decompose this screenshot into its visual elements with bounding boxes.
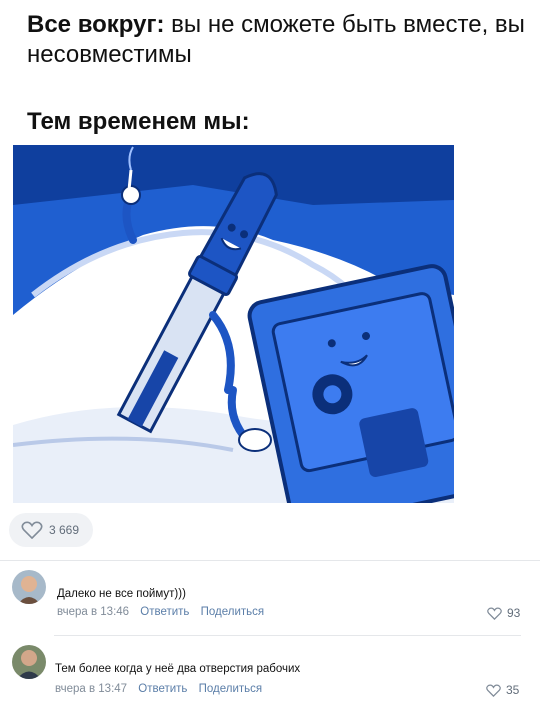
post-image[interactable] bbox=[13, 145, 454, 503]
comment-like-count: 93 bbox=[507, 606, 521, 620]
comment-like-button[interactable]: 93 bbox=[487, 606, 520, 620]
post-headline: Все вокруг: вы не сможете быть вместе, в… bbox=[27, 10, 527, 70]
share-link[interactable]: Поделиться bbox=[201, 606, 265, 618]
post-like-button[interactable]: 3 669 bbox=[9, 513, 93, 547]
post-like-count: 3 669 bbox=[49, 523, 80, 537]
reply-link[interactable]: Ответить bbox=[140, 606, 189, 618]
comment-text: Тем более когда у неё два отверстия рабо… bbox=[55, 663, 301, 675]
avatar[interactable] bbox=[12, 570, 46, 604]
share-link[interactable]: Поделиться bbox=[199, 683, 263, 695]
comment-time: вчера в 13:47 bbox=[55, 683, 128, 695]
comment-like-button[interactable]: 35 bbox=[486, 683, 519, 697]
divider bbox=[54, 635, 521, 636]
heart-icon bbox=[486, 684, 501, 697]
comment-time: вчера в 13:46 bbox=[57, 606, 130, 618]
headline-bold: Все вокруг: bbox=[27, 11, 165, 38]
comment-like-count: 35 bbox=[506, 683, 520, 697]
reply-link[interactable]: Ответить bbox=[138, 683, 187, 695]
comment-text: Далеко не все поймут))) bbox=[57, 588, 186, 600]
post-subhead: Тем временем мы: bbox=[27, 108, 250, 135]
heart-icon bbox=[21, 521, 43, 539]
heart-icon bbox=[487, 607, 502, 620]
divider bbox=[0, 560, 540, 561]
avatar[interactable] bbox=[12, 645, 46, 679]
comment-meta: вчера в 13:47 Ответить Поделиться bbox=[55, 683, 262, 695]
comment-meta: вчера в 13:46 Ответить Поделиться bbox=[57, 606, 264, 618]
